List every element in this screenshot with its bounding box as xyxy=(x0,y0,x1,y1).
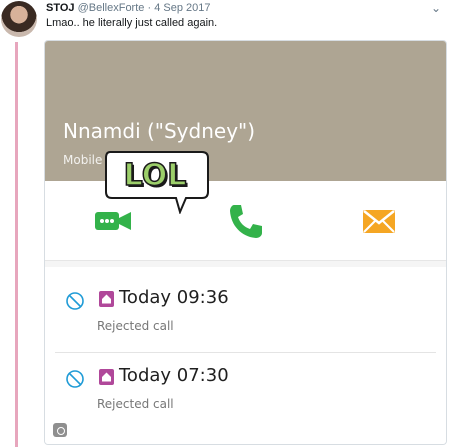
author-name[interactable]: STOJ xyxy=(46,2,75,14)
home-icon xyxy=(99,291,114,307)
call-log: Today 09:36 Rejected call Today 07:30 Re… xyxy=(45,267,446,444)
message-icon[interactable] xyxy=(359,201,399,241)
call-time: Today 09:36 xyxy=(119,287,229,308)
contact-name: Nnamdi ("Sydney") xyxy=(63,119,256,143)
tweet-text: Lmao.. he literally just called again. xyxy=(46,17,218,29)
call-log-item[interactable]: Today 07:30 Rejected call xyxy=(45,361,446,431)
divider xyxy=(55,352,436,353)
tweet-date[interactable]: 4 Sep 2017 xyxy=(154,2,210,14)
call-log-item[interactable]: Today 09:36 Rejected call xyxy=(45,283,446,353)
call-time: Today 07:30 xyxy=(119,365,229,386)
block-icon xyxy=(66,370,84,388)
phone-call-icon[interactable] xyxy=(225,201,265,241)
chevron-down-icon[interactable]: ⌄ xyxy=(431,1,441,15)
sticker-text: LOL xyxy=(124,158,187,193)
gif-icon[interactable] xyxy=(53,423,67,437)
contact-subtitle: Mobile xyxy=(63,153,103,167)
separator: · xyxy=(147,2,152,14)
avatar[interactable] xyxy=(1,1,37,37)
author-handle[interactable]: @BellexForte xyxy=(78,2,145,14)
tweet-media[interactable]: Nnamdi ("Sydney") Mobile LOL LOL Today 0… xyxy=(44,40,447,445)
tweet-header: STOJ @BellexForte · 4 Sep 2017 xyxy=(46,2,210,15)
call-status: Rejected call xyxy=(97,397,174,411)
thread-line xyxy=(15,42,18,447)
lol-sticker: LOL LOL xyxy=(102,144,212,215)
call-status: Rejected call xyxy=(97,319,174,333)
block-icon xyxy=(66,292,84,310)
home-icon xyxy=(99,369,114,385)
